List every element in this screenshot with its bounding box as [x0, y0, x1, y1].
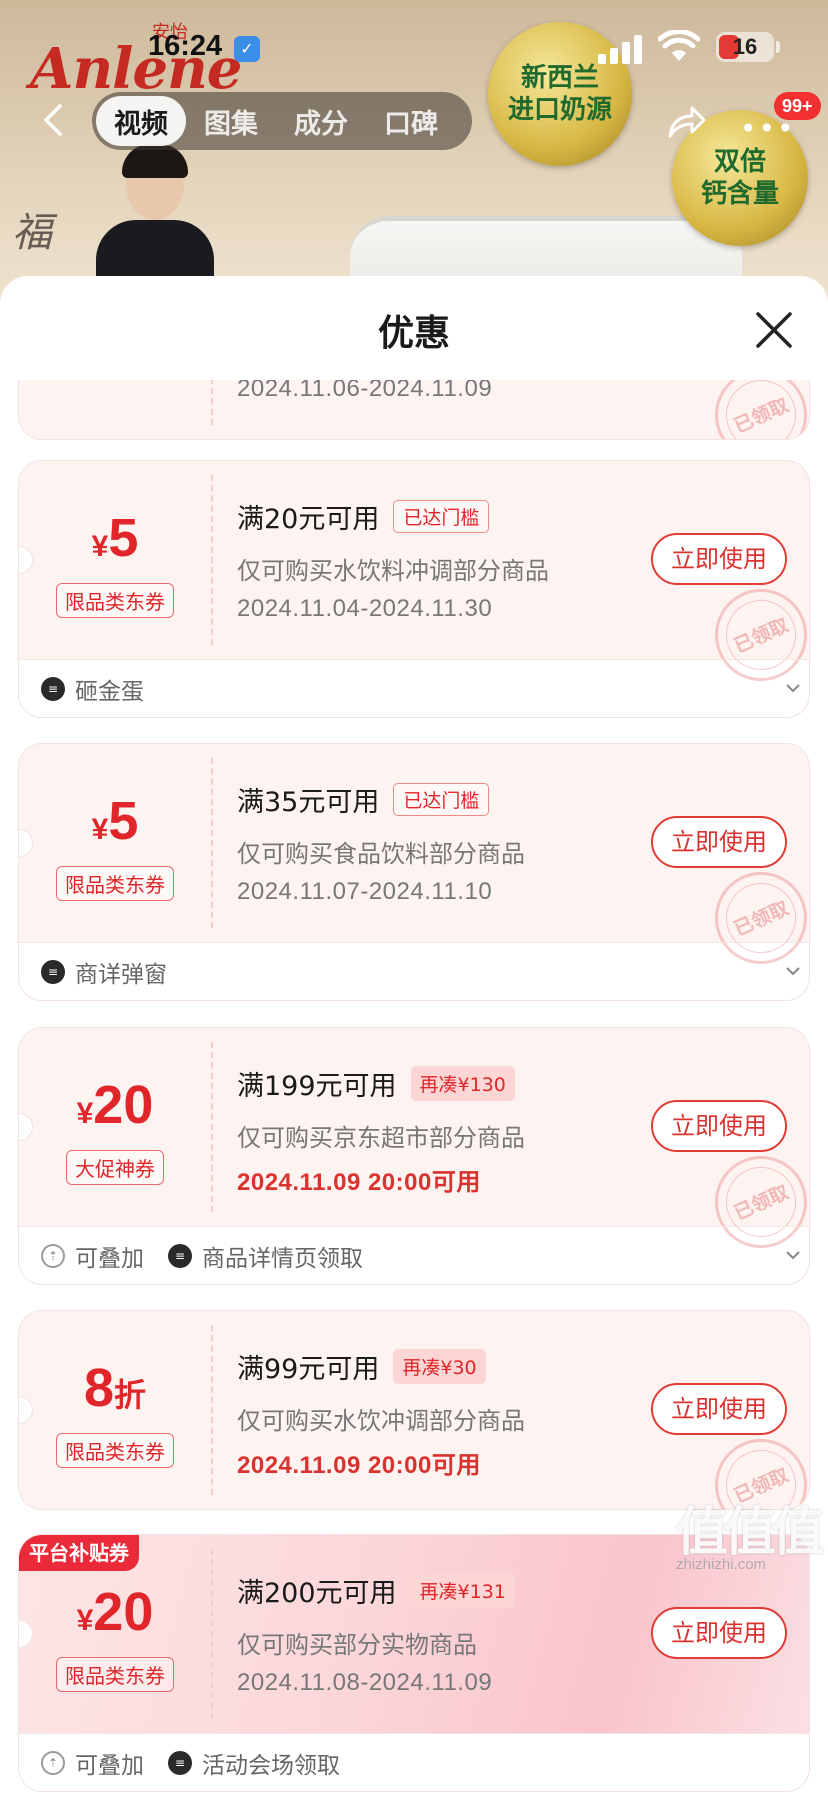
coupon-threshold: 满35元可用 — [237, 787, 380, 818]
app-notification-icon: ✓ — [234, 36, 260, 62]
stackable-icon: ⇡ — [41, 1750, 65, 1775]
threshold-reached-tag: 已达门槛 — [393, 783, 490, 816]
coupon-scope: 仅可购买水饮料冲调部分商品 — [237, 557, 549, 585]
coupon-type-tag: 大促神券 — [66, 1150, 164, 1185]
coupon-source: 砸金蛋 — [75, 678, 144, 705]
coupon-footer[interactable]: ⇡ 可叠加 ≡ 活动会场领取 — [19, 1733, 809, 1791]
status-time: 16:24 — [148, 30, 223, 62]
coupon-type-tag: 限品类东券 — [56, 1657, 174, 1692]
coupon-type-tag: 限品类东券 — [56, 583, 174, 618]
tab-reviews[interactable]: 口碑 — [366, 96, 456, 146]
chevron-down-icon[interactable] — [785, 680, 801, 696]
remaining-amount-tag: 再凑¥131 — [410, 1573, 515, 1608]
coupon-type-tag: 限品类东券 — [56, 1433, 174, 1468]
coupon-threshold: 满200元可用 — [237, 1578, 397, 1609]
coupon-stackable: 可叠加 — [75, 1245, 144, 1272]
coupon-period: 2024.11.07-2024.11.10 — [237, 878, 493, 905]
coupon-amount: ¥20 — [76, 1582, 154, 1642]
stackable-icon: ⇡ — [41, 1243, 65, 1268]
coupon-period: 2024.11.09 20:00可用 — [237, 1452, 481, 1479]
coupon-source: 活动会场领取 — [202, 1752, 340, 1779]
claimed-stamp: 已领取 — [700, 380, 809, 439]
source-icon: ≡ — [41, 676, 65, 701]
battery-level: 16 — [732, 34, 758, 59]
coupon-period: 2024.11.06-2024.11.09 — [237, 380, 493, 402]
coupon-footer[interactable]: ⇡ 可叠加 ≡ 商品详情页领取 — [19, 1226, 809, 1284]
tab-video[interactable]: 视频 — [96, 96, 186, 146]
coupon-amount: ¥5 — [91, 508, 139, 568]
watermark-url: zhizhizhi.com — [676, 1556, 767, 1573]
coupon-card: 2024.11.06-2024.11.09 已领取 — [18, 380, 810, 440]
chevron-down-icon[interactable] — [785, 1247, 801, 1263]
coupon-type-tag: 限品类东券 — [56, 866, 174, 901]
coupon-period: 2024.11.09 20:00可用 — [237, 1169, 481, 1196]
tab-gallery[interactable]: 图集 — [186, 96, 276, 146]
coupon-footer[interactable]: ≡ 砸金蛋 — [19, 659, 809, 717]
threshold-reached-tag: 已达门槛 — [393, 500, 490, 533]
product-tabs: 视频 图集 成分 口碑 — [92, 92, 472, 150]
tab-ingredients[interactable]: 成分 — [276, 96, 366, 146]
source-icon: ≡ — [168, 1243, 192, 1268]
chevron-down-icon[interactable] — [785, 963, 801, 979]
coupon-threshold: 满99元可用 — [237, 1354, 380, 1385]
use-now-button[interactable]: 立即使用 — [651, 816, 787, 868]
signature: 福 — [12, 210, 52, 256]
remaining-amount-tag: 再凑¥130 — [410, 1066, 515, 1101]
close-icon[interactable] — [752, 308, 796, 352]
use-now-button[interactable]: 立即使用 — [651, 533, 787, 585]
coupon-period: 2024.11.04-2024.11.30 — [237, 595, 493, 622]
use-now-button[interactable]: 立即使用 — [651, 1100, 787, 1152]
coupon-stackable: 可叠加 — [75, 1752, 144, 1779]
share-icon[interactable] — [666, 102, 708, 142]
coupon-amount: 8折 — [83, 1358, 147, 1418]
coupon-card: ¥5 限品类东券 满35元可用 已达门槛 仅可购买食品饮料部分商品 2024.1… — [18, 743, 810, 1001]
source-icon: ≡ — [168, 1750, 192, 1775]
coupon-scope: 仅可购买部分实物商品 — [237, 1631, 477, 1659]
coupon-source: 商品详情页领取 — [202, 1245, 363, 1272]
coupon-card: ¥20 大促神券 满199元可用 再凑¥130 仅可购买京东超市部分商品 202… — [18, 1027, 810, 1285]
use-now-button[interactable]: 立即使用 — [651, 1607, 787, 1659]
battery-icon: 16 — [716, 32, 774, 62]
coupon-scope: 仅可购买食品饮料部分商品 — [237, 840, 525, 868]
message-count-badge: 99+ — [774, 92, 821, 120]
coupon-scope: 仅可购买水饮冲调部分商品 — [237, 1407, 525, 1435]
source-icon: ≡ — [41, 959, 65, 984]
use-now-button[interactable]: 立即使用 — [651, 1383, 787, 1435]
coupon-threshold: 满20元可用 — [237, 504, 380, 535]
coupon-list[interactable]: 2024.11.06-2024.11.09 已领取 ¥5 限品类东券 满20元可… — [0, 380, 828, 1794]
coupon-footer[interactable]: ≡ 商详弹窗 — [19, 942, 809, 1000]
coupon-card: 8折 限品类东券 满99元可用 再凑¥30 仅可购买水饮冲调部分商品 2024.… — [18, 1310, 810, 1510]
coupon-threshold: 满199元可用 — [237, 1071, 397, 1102]
coupon-amount: ¥5 — [91, 791, 139, 851]
coupon-period: 2024.11.08-2024.11.09 — [237, 1669, 493, 1696]
status-bar: 16:24 ✓ 16 — [0, 0, 828, 92]
back-arrow-icon[interactable] — [36, 102, 72, 138]
remaining-amount-tag: 再凑¥30 — [393, 1349, 486, 1384]
coupon-card: ¥5 限品类东券 满20元可用 已达门槛 仅可购买水饮料冲调部分商品 2024.… — [18, 460, 810, 718]
wifi-icon — [658, 30, 700, 61]
sheet-title: 优惠 — [377, 313, 450, 354]
watermark-logo: 值值值 — [676, 1503, 824, 1563]
coupon-amount: ¥20 — [76, 1075, 154, 1135]
cellular-signal-icon — [598, 34, 644, 64]
coupon-scope: 仅可购买京东超市部分商品 — [237, 1124, 525, 1152]
coupon-source: 商详弹窗 — [75, 961, 167, 988]
